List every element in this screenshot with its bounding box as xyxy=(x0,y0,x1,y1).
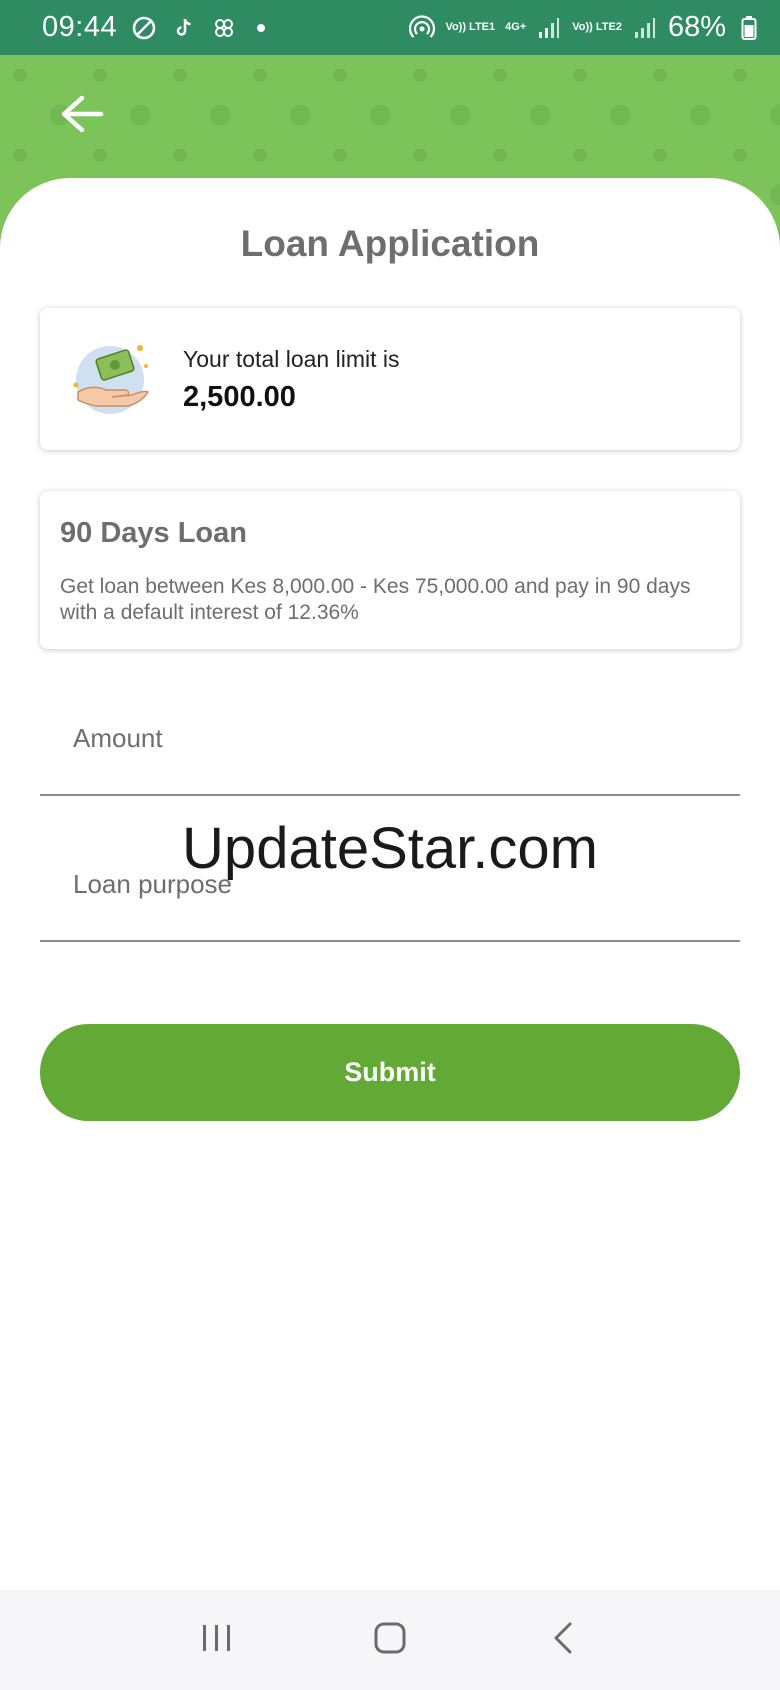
loan-product-title: 90 Days Loan xyxy=(60,517,247,549)
loan-limit-text: Your total loan limit is 2,500.00 xyxy=(183,346,399,414)
submit-button[interactable]: Submit xyxy=(40,1024,740,1121)
amount-label: Amount xyxy=(73,723,163,753)
signal-icon xyxy=(536,15,562,41)
recent-apps-button[interactable] xyxy=(187,1610,247,1670)
loan-purpose-field[interactable]: Loan purpose xyxy=(40,862,740,942)
pinwheel-icon xyxy=(211,15,237,41)
recent-apps-icon xyxy=(200,1623,234,1658)
arrow-left-icon xyxy=(60,94,104,139)
battery-icon xyxy=(736,15,762,41)
hotspot-icon xyxy=(409,14,436,41)
amount-field[interactable]: Amount xyxy=(40,716,740,796)
page-title: Loan Application xyxy=(240,223,540,264)
status-bar: 09:44 Vo)) LTE1 4G+ Vo)) LTE2 68% xyxy=(0,0,780,55)
signal-icon xyxy=(632,15,658,41)
back-button[interactable] xyxy=(58,92,106,140)
tiktok-icon xyxy=(171,15,197,41)
notification-dot-icon xyxy=(257,23,266,32)
network-lte1: Vo)) LTE1 xyxy=(445,21,496,33)
home-icon xyxy=(373,1621,407,1660)
status-bar-left: 09:44 xyxy=(42,11,266,44)
nav-back-button[interactable] xyxy=(533,1610,593,1670)
battery-percentage: 68% xyxy=(667,11,726,43)
status-time: 09:44 xyxy=(42,11,118,43)
loan-limit-card: Your total loan limit is 2,500.00 xyxy=(40,308,740,450)
network-4g: 4G+ xyxy=(505,21,527,33)
loan-limit-amount: 2,500.00 xyxy=(183,381,296,413)
status-bar-right: Vo)) LTE1 4G+ Vo)) LTE2 68% xyxy=(409,11,762,44)
no-disturb-icon xyxy=(131,15,157,41)
home-button[interactable] xyxy=(360,1610,420,1670)
loan-product-description: Get loan between Kes 8,000.00 - Kes 75,0… xyxy=(60,575,691,624)
loan-product-card: 90 Days Loan Get loan between Kes 8,000.… xyxy=(40,491,740,649)
back-icon xyxy=(551,1621,575,1660)
loan-limit-label: Your total loan limit is xyxy=(183,346,400,372)
network-lte2: Vo)) LTE2 xyxy=(572,21,622,33)
system-nav-bar xyxy=(0,1590,780,1690)
hand-holding-money-icon xyxy=(72,340,154,422)
loan-purpose-label: Loan purpose xyxy=(73,869,233,899)
